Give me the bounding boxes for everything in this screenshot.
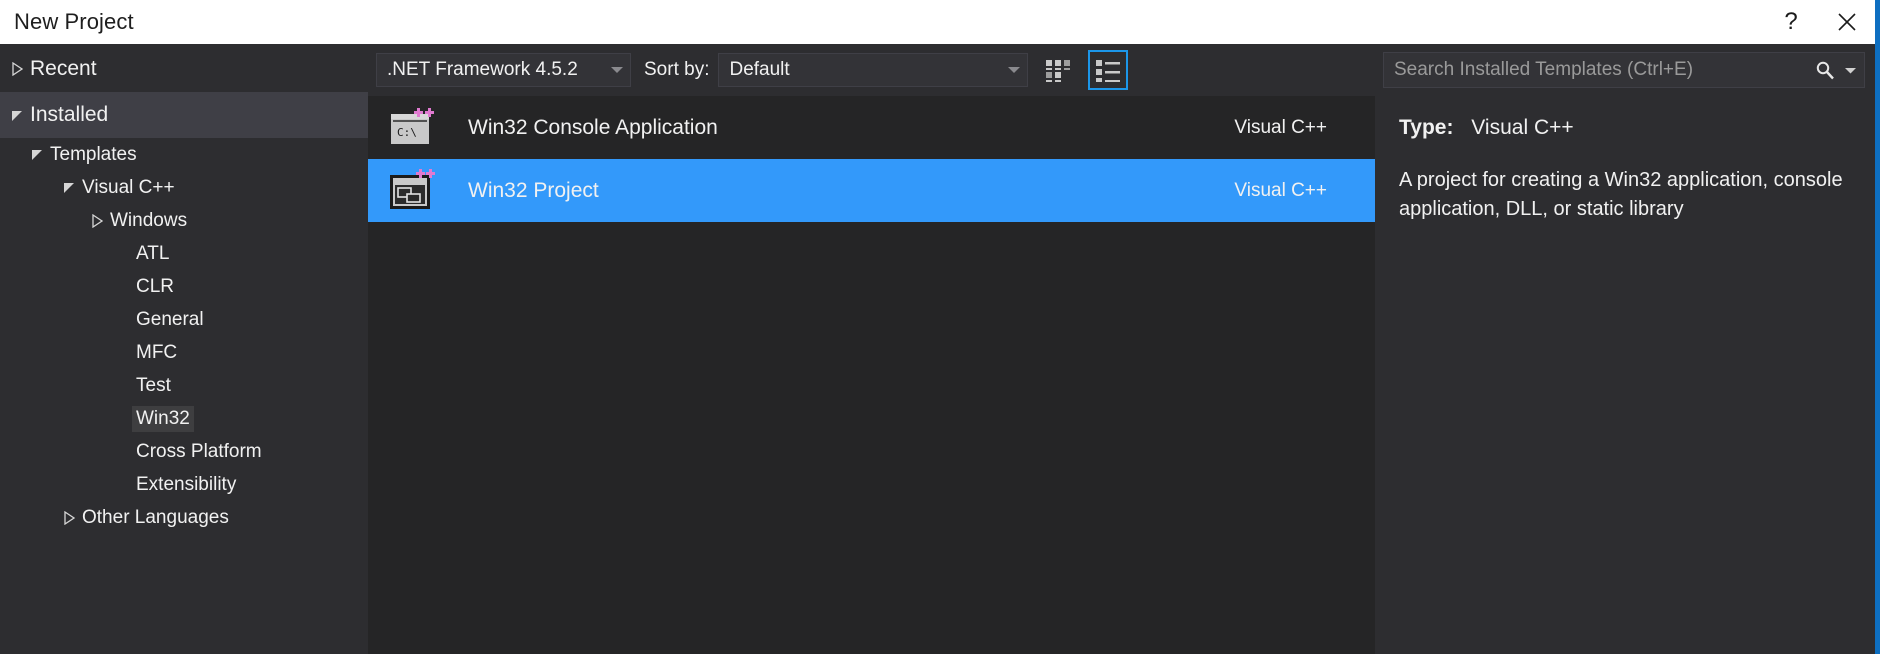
sidebar-item-mfc[interactable]: MFC [0, 336, 368, 369]
template-list-item[interactable]: C:\ Win32 Console Application Visual C++ [368, 96, 1375, 159]
search-icon[interactable] [1810, 60, 1840, 80]
tile-view-icon [1046, 60, 1071, 82]
sidebar-item-templates[interactable]: Templates [0, 138, 368, 171]
chevron-down-icon[interactable] [4, 109, 30, 122]
template-list-item[interactable]: Win32 Project Visual C++ [368, 159, 1375, 222]
sidebar-item-label: Test [136, 374, 171, 396]
sidebar-item-extensibility[interactable]: Extensibility [0, 468, 368, 501]
sidebar-item-clr[interactable]: CLR [0, 270, 368, 303]
help-button[interactable]: ? [1763, 0, 1819, 44]
list-view-button[interactable] [1088, 50, 1129, 90]
sidebar-item-label: Other Languages [82, 506, 229, 528]
sort-by-label: Sort by: [644, 59, 710, 80]
chevron-right-icon[interactable] [84, 213, 110, 228]
template-language: Visual C++ [1234, 116, 1327, 138]
sidebar-item-label: Visual C++ [82, 176, 175, 198]
chevron-right-icon[interactable] [56, 510, 82, 525]
template-language: Visual C++ [1234, 179, 1327, 201]
sidebar-item-win32[interactable]: Win32 [0, 402, 368, 435]
sidebar-item-label: Extensibility [136, 473, 237, 495]
search-input[interactable]: Search Installed Templates (Ctrl+E) [1394, 59, 1810, 81]
detail-type-label: Type: [1399, 116, 1454, 139]
sidebar-item-atl[interactable]: ATL [0, 237, 368, 270]
sort-by-dropdown-value: Default [729, 59, 790, 80]
console-cpp-icon: C:\ [386, 103, 440, 153]
sidebar-item-label: ATL [136, 242, 170, 264]
svg-text:C:\: C:\ [397, 126, 417, 139]
center-column: .NET Framework 4.5.2 Sort by: Default C:… [368, 44, 1375, 654]
sidebar-item-label: CLR [136, 275, 175, 297]
detail-panel: Search Installed Templates (Ctrl+E) Type… [1375, 44, 1875, 654]
sidebar-item-label: Recent [30, 57, 97, 80]
search-box[interactable]: Search Installed Templates (Ctrl+E) [1383, 52, 1865, 88]
sidebar-item-visual-c[interactable]: Visual C++ [0, 171, 368, 204]
chevron-down-icon[interactable] [56, 181, 82, 194]
templates-toolbar: .NET Framework 4.5.2 Sort by: Default [368, 44, 1375, 96]
sidebar-item-test[interactable]: Test [0, 369, 368, 402]
sidebar-item-label: MFC [136, 341, 178, 363]
detail-type-value: Visual C++ [1471, 116, 1574, 139]
sidebar-item-label: Win32 [132, 405, 194, 432]
detail-description: A project for creating a Win32 applicati… [1399, 169, 1843, 220]
chevron-down-icon[interactable] [24, 148, 50, 161]
chevron-down-icon [1001, 66, 1027, 74]
template-category-tree[interactable]: Recent Installed Templates Visual C++ Window… [0, 44, 368, 654]
template-list[interactable]: C:\ Win32 Console Application Visual C++ Wi… [368, 96, 1375, 654]
sidebar-item-label: Windows [110, 209, 188, 231]
search-chevron-down-icon[interactable] [1840, 67, 1860, 74]
detail-body: Type: Visual C++ A project for creating … [1375, 96, 1875, 224]
sidebar-item-cross-platform[interactable]: Cross Platform [0, 435, 368, 468]
sidebar-item-installed[interactable]: Installed [0, 92, 368, 138]
question-mark-icon: ? [1784, 8, 1798, 35]
sidebar-item-general[interactable]: General [0, 303, 368, 336]
sidebar-item-label: Installed [30, 103, 109, 126]
list-view-icon [1096, 60, 1121, 82]
sidebar-item-label: Cross Platform [136, 440, 262, 462]
template-name: Win32 Project [468, 178, 599, 202]
sidebar-item-recent[interactable]: Recent [0, 46, 368, 92]
close-button[interactable] [1819, 0, 1875, 44]
title-bar: New Project ? [0, 0, 1875, 44]
sidebar-item-other-languages[interactable]: Other Languages [0, 501, 368, 534]
page-title: New Project [14, 9, 134, 34]
chevron-down-icon [604, 66, 630, 74]
chevron-right-icon[interactable] [4, 62, 30, 76]
search-container: Search Installed Templates (Ctrl+E) [1375, 44, 1875, 96]
new-project-dialog: New Project ? Recent Installed Templates Vi… [0, 0, 1880, 654]
framework-dropdown-value: .NET Framework 4.5.2 [387, 59, 578, 80]
tile-view-button[interactable] [1038, 50, 1078, 90]
window-cpp-icon [386, 166, 440, 216]
framework-dropdown[interactable]: .NET Framework 4.5.2 [376, 53, 631, 87]
sort-by-dropdown[interactable]: Default [718, 53, 1029, 87]
detail-type-row: Type: Visual C++ [1399, 116, 1851, 140]
dialog-body: Recent Installed Templates Visual C++ Window… [0, 44, 1875, 654]
template-name: Win32 Console Application [468, 115, 718, 139]
close-icon [1838, 13, 1856, 31]
sidebar-item-label: General [136, 308, 204, 330]
sidebar-item-label: Templates [50, 143, 137, 165]
sidebar-item-windows[interactable]: Windows [0, 204, 368, 237]
